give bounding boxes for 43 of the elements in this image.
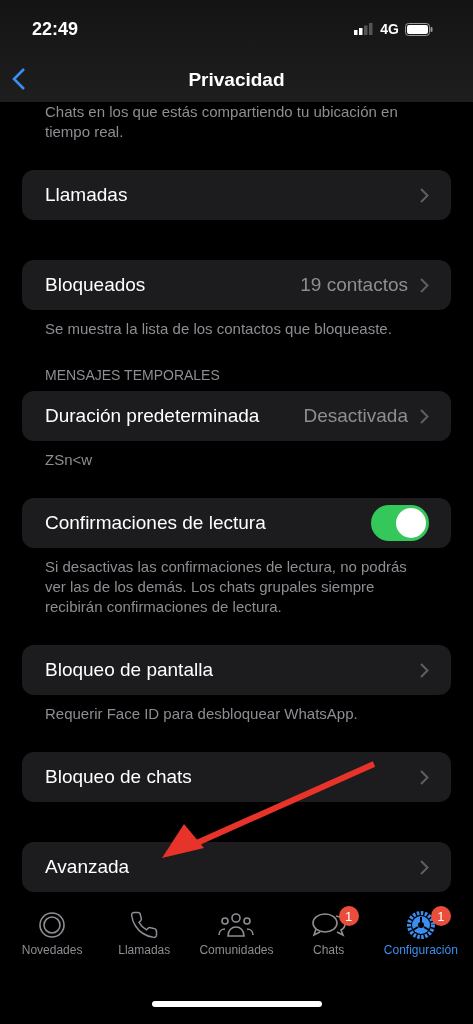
status-icon [37, 910, 68, 940]
row-label: Duración predeterminada [45, 405, 261, 427]
phone-icon [129, 910, 160, 940]
back-icon[interactable] [12, 67, 26, 91]
settings-row[interactable]: Bloqueo de chats [22, 752, 451, 802]
section-footer: ZSn<w [22, 441, 451, 470]
signal-icon [354, 23, 375, 35]
tab-bar-item[interactable]: Llamadas [100, 910, 189, 984]
unread-badge: 1 [430, 906, 451, 926]
settings-row[interactable]: Duración predeterminada Desactivada [22, 391, 451, 441]
screen-title: Privacidad [188, 69, 285, 91]
row-value: 19 contactos [300, 274, 408, 296]
row-label: Bloqueo de pantalla [45, 659, 214, 681]
unread-badge: 1 [338, 906, 359, 926]
row-label: Bloqueados [45, 274, 147, 296]
chevron-icon [420, 277, 429, 293]
section-footer: Chats en los que estás compartiendo tu ubicación en tiempo real. [22, 102, 451, 142]
chevron-icon [420, 859, 429, 875]
row-label: Avanzada [45, 856, 131, 878]
tab-bar-item[interactable]: Novedades [8, 910, 97, 984]
tab-bar-item[interactable]: Comunidades [192, 910, 281, 984]
chevron-icon [420, 408, 429, 424]
settings-icon [405, 910, 436, 940]
row-label: Bloqueo de chats [45, 766, 193, 788]
section-footer: Si desactivas las confirmaciones de lectura, no podrás ver las de los demás. Los chats grupales siempre recibirán confirmaciones de lectura. [22, 548, 451, 617]
chevron-icon [420, 769, 429, 785]
people-icon [217, 910, 256, 940]
chevron-icon [420, 187, 429, 203]
network-label: 4G [380, 21, 399, 37]
chevron-icon [420, 662, 429, 678]
settings-row[interactable]: Avanzada [22, 842, 451, 892]
toggle-switch[interactable] [371, 505, 429, 541]
row-value: Desactivada [303, 405, 408, 427]
settings-row[interactable]: Bloqueados 19 contactos [22, 260, 451, 310]
row-label: Confirmaciones de lectura [45, 512, 267, 534]
section-footer: Requerir Face ID para desbloquear WhatsApp. [22, 695, 451, 724]
battery-icon [405, 22, 433, 36]
row-label: Llamadas [45, 184, 129, 206]
settings-row[interactable]: Llamadas [22, 170, 451, 220]
settings-row[interactable]: Bloqueo de pantalla [22, 645, 451, 695]
status-time: 22:49 [32, 18, 79, 40]
section-header: MENSAJES TEMPORALES [44, 367, 221, 385]
section-footer: Se muestra la lista de los contactos que bloqueaste. [22, 310, 451, 339]
